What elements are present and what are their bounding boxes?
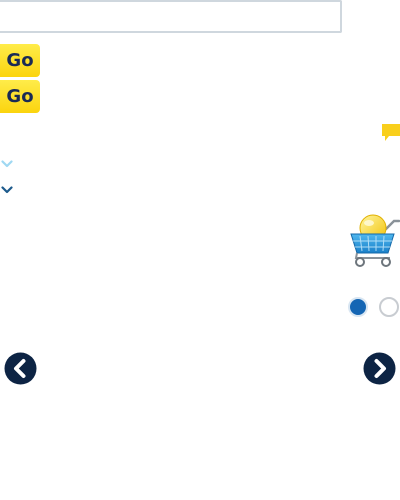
chevron-down-icon-dark[interactable]: [1, 186, 13, 194]
arrow-left-icon[interactable]: [4, 352, 37, 385]
search-input[interactable]: [0, 0, 342, 33]
arrow-right-icon[interactable]: [363, 352, 396, 385]
shopping-cart-icon: [350, 214, 400, 267]
go-button-secondary[interactable]: Go: [0, 80, 40, 113]
go-button[interactable]: Go: [0, 44, 40, 77]
chat-bubble-icon[interactable]: [380, 123, 400, 143]
chevron-down-icon[interactable]: [1, 160, 13, 168]
carousel-dot-1[interactable]: [348, 297, 368, 317]
carousel-dot-2[interactable]: [379, 297, 399, 317]
